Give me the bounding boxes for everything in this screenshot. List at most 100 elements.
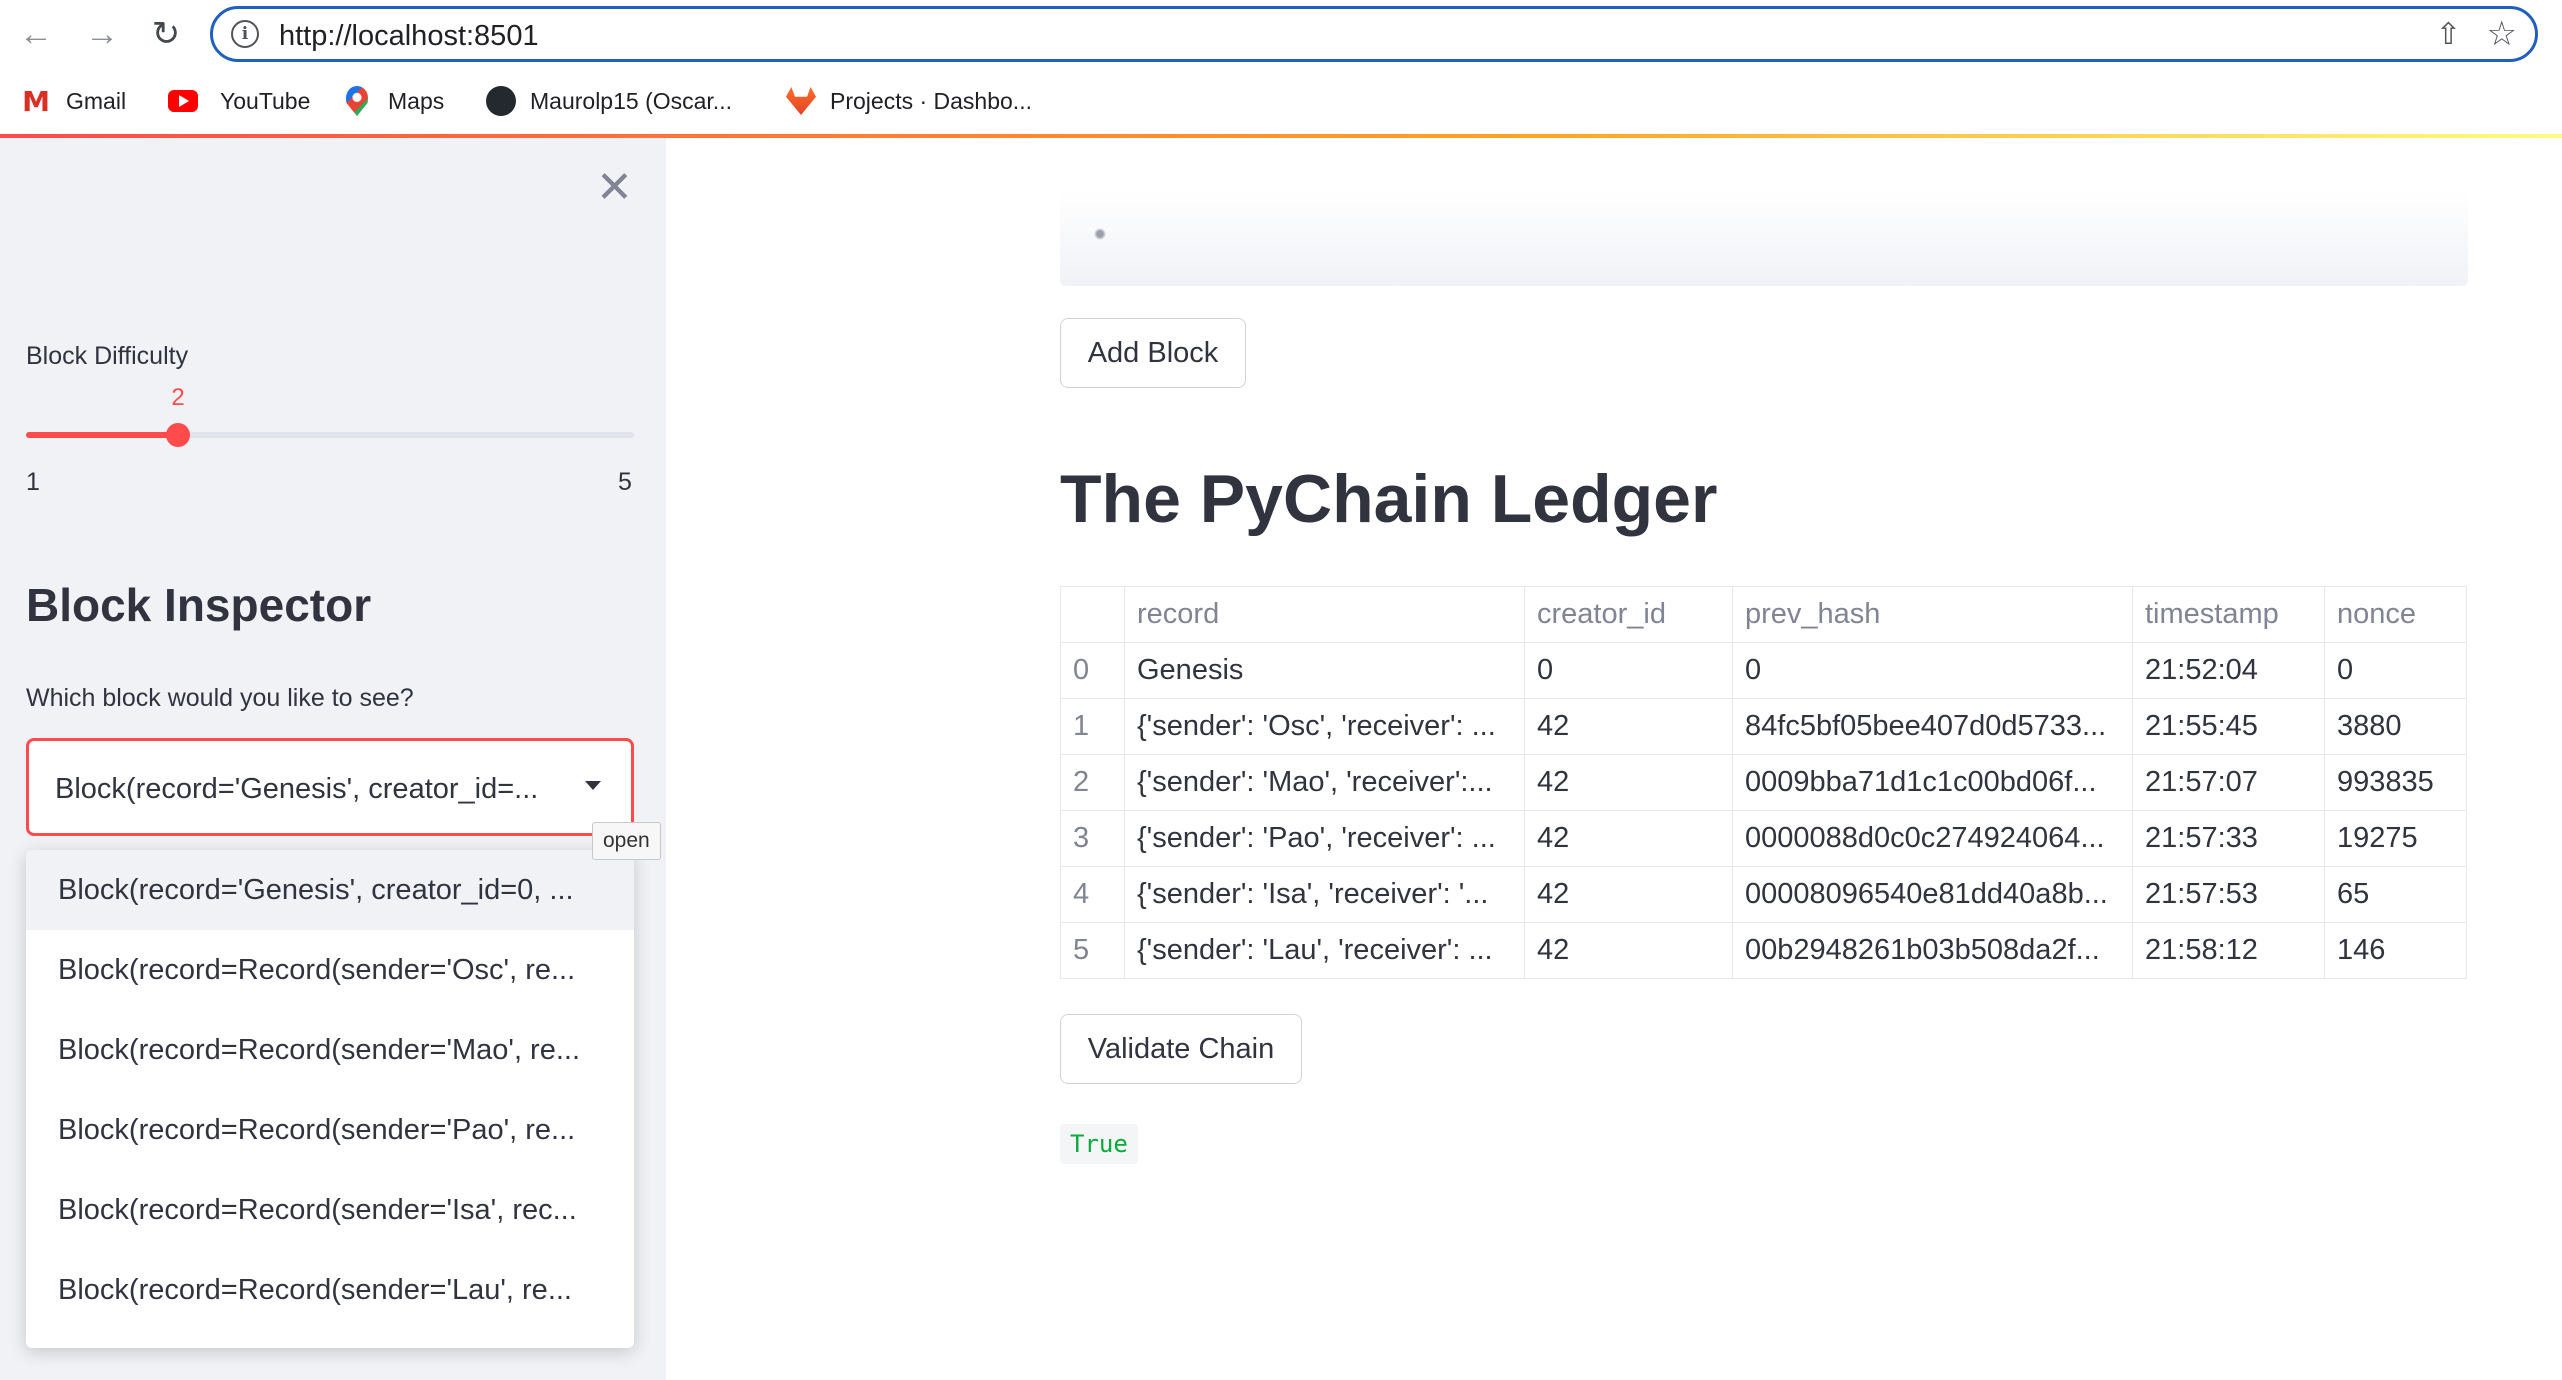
bookmark-youtube[interactable]: YouTube [168,84,310,118]
reload-icon[interactable]: ↻ [146,14,186,54]
table-cell: 42 [1524,698,1733,755]
table-cell: 21:55:45 [2132,698,2325,755]
creator-id-cell: 42 [1537,710,1570,742]
bookmark-github[interactable]: Maurolp15 (Oscar... [486,84,732,118]
timestamp-cell: 21:57:53 [2145,878,2258,910]
table-cell: 00b2948261b03b508da2f... [1732,922,2133,979]
back-arrow-icon[interactable]: ← [16,14,56,54]
table-cell: 19275 [2324,810,2467,867]
open-tooltip: open [592,822,661,860]
slider-label: Block Difficulty [26,342,189,370]
bookmark-star-icon[interactable]: ☆ [2487,14,2517,54]
difficulty-slider[interactable] [26,423,634,447]
add-block-button[interactable]: Add Block [1060,318,1246,388]
record-cell: {'sender': 'Isa', 'receiver': '... [1137,878,1489,910]
table-cell: 3880 [2324,698,2467,755]
slider-max-label: 5 [618,468,632,496]
column-header[interactable]: prev_hash [1732,586,2133,643]
url-text[interactable]: http://localhost:8501 [279,20,539,53]
nonce-cell: 0 [2337,654,2354,686]
nonce-cell: 146 [2337,934,2386,966]
slider-min-label: 1 [26,468,40,496]
dropdown-option[interactable]: Block(record=Record(sender='Osc', re... [26,930,634,1010]
creator-id-cell: 42 [1537,822,1570,854]
table-row: 3 {'sender': 'Pao', 'receiver': ... 42 0… [1060,810,2467,867]
nonce-cell: 3880 [2337,710,2402,742]
record-cell: {'sender': 'Mao', 'receiver':... [1137,766,1493,798]
table-cell: {'sender': 'Pao', 'receiver': ... [1124,810,1525,867]
creator-id-cell: 42 [1537,934,1570,966]
column-header[interactable]: nonce [2324,586,2467,643]
dropdown-option[interactable]: Block(record='Genesis', creator_id=0, ..… [26,850,634,930]
table-cell: 00008096540e81dd40a8b... [1732,866,2133,923]
slider-thumb[interactable] [166,423,190,447]
bookmark-gmail[interactable]: M Gmail [20,84,126,118]
column-header[interactable] [1060,586,1125,643]
nonce-cell: 19275 [2337,822,2418,854]
column-header[interactable]: creator_id [1524,586,1733,643]
table-cell: {'sender': 'Osc', 'receiver': ... [1124,698,1525,755]
sidebar-heading: Block Inspector [26,579,372,631]
prev-hash-cell: 00008096540e81dd40a8b... [1745,878,2108,910]
faded-input-area [1060,190,2468,286]
table-cell: 42 [1524,810,1733,867]
table-cell: 21:58:12 [2132,922,2325,979]
table-cell: 42 [1524,754,1733,811]
share-icon[interactable]: ⇧ [2436,17,2461,52]
dropdown-option[interactable]: Block(record=Record(sender='Pao', re... [26,1090,634,1170]
timestamp-cell: 21:57:07 [2145,766,2258,798]
forward-arrow-icon[interactable]: → [82,14,122,54]
ledger-table: record creator_id prev_hash timestamp no… [1060,586,2467,979]
browser-toolbar: ← → ↻ i http://localhost:8501 ⇧ ☆ [0,0,2562,68]
record-cell: {'sender': 'Pao', 'receiver': ... [1137,822,1496,854]
nonce-cell: 993835 [2337,766,2434,798]
prev-hash-cell: 00b2948261b03b508da2f... [1745,934,2100,966]
table-cell: 0 [2324,642,2467,699]
table-cell: 42 [1524,922,1733,979]
validate-chain-button[interactable]: Validate Chain [1060,1014,1302,1084]
select-value: Block(record='Genesis', creator_id=... [55,773,539,805]
caret-down-icon[interactable] [585,781,601,790]
table-row: 1 {'sender': 'Osc', 'receiver': ... 42 8… [1060,698,2467,755]
close-sidebar-icon[interactable]: ✕ [596,166,633,210]
dropdown-option[interactable]: Block(record=Record(sender='Isa', rec... [26,1170,634,1250]
gmail-icon: M [22,84,50,118]
table-cell: {'sender': 'Lau', 'receiver': ... [1124,922,1525,979]
prev-hash-cell: 0 [1745,654,1762,686]
table-cell: 21:52:04 [2132,642,2325,699]
row-index: 5 [1060,922,1125,979]
nonce-cell: 65 [2337,878,2370,910]
table-cell: 42 [1524,866,1733,923]
dropdown-option[interactable]: Block(record=Record(sender='Lau', re... [26,1250,634,1330]
prev-hash-cell: 0000088d0c0c274924064... [1745,822,2105,854]
table-cell: 21:57:33 [2132,810,2325,867]
row-index: 2 [1060,754,1125,811]
dropdown-option[interactable]: Block(record=Record(sender='Mao', re... [26,1010,634,1090]
row-index: 3 [1060,810,1125,867]
table-cell: 0 [1732,642,2133,699]
bookmark-maps[interactable]: Maps [346,84,444,118]
table-cell: 146 [2324,922,2467,979]
site-info-icon[interactable]: i [231,20,259,48]
table-row: 4 {'sender': 'Isa', 'receiver': '... 42 … [1060,866,2467,923]
table-cell: 0 [1524,642,1733,699]
prev-hash-cell: 84fc5bf05bee407d0d5733... [1745,710,2107,742]
address-bar[interactable]: i http://localhost:8501 ⇧ ☆ [210,6,2538,62]
block-select[interactable]: Block(record='Genesis', creator_id=... [26,738,634,836]
bookmark-label: Projects · Dashbo... [830,87,1032,114]
table-cell: Genesis [1124,642,1525,699]
page-title: The PyChain Ledger [1060,461,1718,537]
faded-dot [1092,226,1108,242]
select-dropdown: Block(record='Genesis', creator_id=0, ..… [26,850,634,1348]
record-cell: {'sender': 'Lau', 'receiver': ... [1137,934,1493,966]
column-header[interactable]: timestamp [2132,586,2325,643]
timestamp-cell: 21:57:33 [2145,822,2258,854]
creator-id-cell: 42 [1537,766,1570,798]
creator-id-cell: 0 [1537,654,1554,686]
table-cell: 21:57:07 [2132,754,2325,811]
bookmark-label: YouTube [220,87,311,114]
column-header[interactable]: record [1124,586,1525,643]
table-row: 5 {'sender': 'Lau', 'receiver': ... 42 0… [1060,922,2467,979]
bookmark-gitlab[interactable]: Projects · Dashbo... [786,84,1032,118]
validation-result: True [1060,1124,1138,1164]
